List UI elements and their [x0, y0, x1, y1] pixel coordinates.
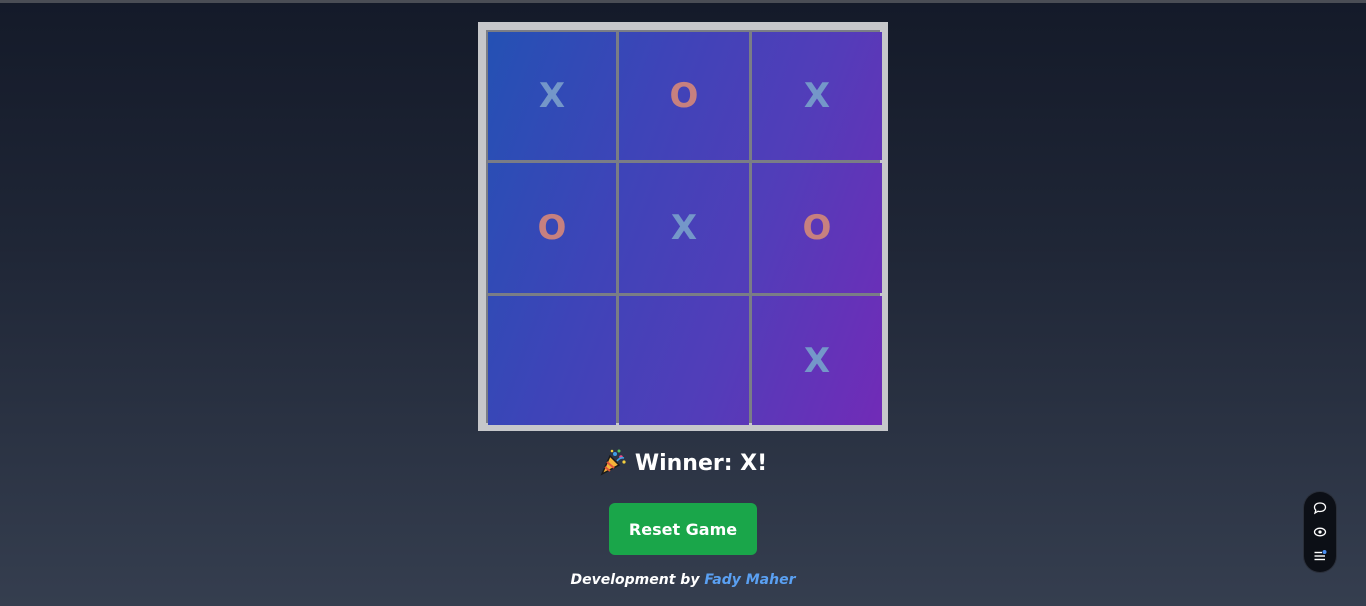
game-board: X O X O X O X	[478, 22, 888, 431]
board-cell[interactable]: O	[619, 32, 749, 160]
board-cell[interactable]	[619, 296, 749, 425]
board-cell[interactable]: X	[752, 32, 882, 160]
credit-prefix: Development by	[570, 572, 700, 588]
board-cell[interactable]: X	[488, 32, 616, 160]
party-popper-icon	[599, 448, 627, 476]
window-top-border	[0, 0, 1366, 3]
game-status: Winner: X!	[0, 448, 1366, 480]
board-cell[interactable]: O	[488, 163, 616, 293]
board-cell[interactable]: O	[752, 163, 882, 293]
reset-game-button[interactable]: Reset Game	[609, 503, 757, 555]
list-icon[interactable]	[1310, 546, 1330, 566]
comment-icon[interactable]	[1310, 498, 1330, 518]
status-text: Winner: X!	[634, 451, 768, 476]
board-cell[interactable]: X	[752, 296, 882, 425]
board-cell[interactable]: X	[619, 163, 749, 293]
floating-toolbar	[1304, 492, 1336, 572]
board-cell[interactable]	[488, 296, 616, 425]
eye-icon[interactable]	[1310, 522, 1330, 542]
author-link[interactable]: Fady Maher	[704, 572, 795, 588]
board-grid: X O X O X O X	[486, 30, 882, 425]
credit-line: Development by Fady Maher	[0, 569, 1366, 591]
